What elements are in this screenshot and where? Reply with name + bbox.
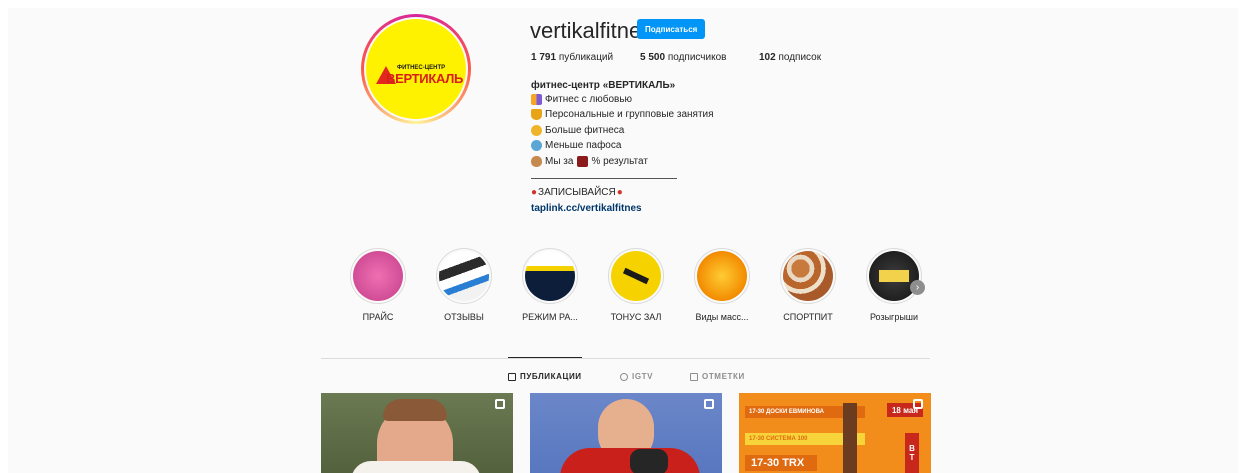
people-emoji-icon bbox=[531, 94, 542, 105]
stat-followers[interactable]: 5 500 подписчиков bbox=[640, 52, 726, 63]
avatar: ФИТНЕС-ЦЕНТР ВЕРТИКАЛЬ bbox=[366, 19, 466, 119]
sportpit-highlight-icon bbox=[783, 251, 833, 301]
highlight-sportpit[interactable]: СПОРТПИТ bbox=[773, 248, 843, 322]
carousel-icon bbox=[704, 399, 714, 409]
bio-line-2: Персональные и групповые занятия bbox=[531, 109, 714, 120]
bio-link[interactable]: taplink.cc/vertikalfitnes bbox=[531, 203, 642, 214]
bio-cta: ● ЗАПИСЫВАЙСЯ ● bbox=[531, 187, 623, 198]
igtv-icon bbox=[620, 372, 628, 381]
schedule-highlight-icon bbox=[525, 251, 575, 301]
price-highlight-icon bbox=[353, 251, 403, 301]
schedule-line-3: 17-30 TRX bbox=[745, 455, 817, 471]
post-3[interactable]: 17-30 ДОСКИ ЕВМИНОВА 17-30 СИСТЕМА 100 1… bbox=[739, 393, 931, 473]
hundred-emoji-icon bbox=[577, 156, 589, 167]
reviews-highlight-icon bbox=[439, 251, 489, 301]
giveaway-highlight-icon bbox=[869, 251, 919, 301]
tab-tagged[interactable]: ОТМЕТКИ bbox=[690, 372, 745, 381]
tagged-icon bbox=[690, 372, 698, 381]
bio-name: фитнес-центр «ВЕРТИКАЛЬ» bbox=[531, 80, 676, 91]
highlight-tonus[interactable]: ТОНУС ЗАЛ bbox=[601, 248, 671, 322]
massage-highlight-icon bbox=[697, 251, 747, 301]
grid-icon bbox=[508, 372, 516, 381]
stat-following[interactable]: 102 подписок bbox=[759, 52, 821, 63]
carousel-icon bbox=[495, 399, 505, 409]
post-2[interactable] bbox=[530, 393, 722, 473]
medal-emoji-icon bbox=[531, 125, 542, 136]
carousel-icon bbox=[913, 399, 923, 409]
highlight-reviews[interactable]: ОТЗЫВЫ bbox=[429, 248, 499, 322]
pin-icon: ● bbox=[531, 187, 538, 198]
pin-icon: ● bbox=[616, 187, 623, 198]
bio-line-4: Меньше пафоса bbox=[531, 140, 621, 151]
highlight-schedule[interactable]: РЕЖИМ РА... bbox=[515, 248, 585, 322]
bio-divider bbox=[531, 178, 677, 179]
medal-blue-emoji-icon bbox=[531, 140, 542, 151]
highlight-massage[interactable]: Виды масс... bbox=[687, 248, 757, 322]
bio-line-1: Фитнес с любовью bbox=[531, 94, 632, 105]
chevron-right-icon[interactable]: › bbox=[910, 280, 925, 295]
highlight-price[interactable]: ПРАЙС bbox=[343, 248, 413, 322]
logo-title: ВЕРТИКАЛЬ bbox=[386, 71, 464, 86]
tabs-divider bbox=[321, 358, 930, 359]
stat-posts: 1 791 публикаций bbox=[531, 52, 614, 63]
bio-line-5: Мы за % результат bbox=[531, 156, 648, 167]
post-1[interactable] bbox=[321, 393, 513, 473]
tab-active-indicator bbox=[508, 357, 582, 358]
tonus-highlight-icon bbox=[611, 251, 661, 301]
muscle-emoji-icon bbox=[531, 156, 542, 167]
profile-username: vertikalfitnes bbox=[530, 18, 653, 43]
bio-line-3: Больше фитнеса bbox=[531, 125, 624, 136]
trophy-emoji-icon bbox=[531, 109, 542, 120]
tab-igtv[interactable]: IGTV bbox=[620, 372, 653, 381]
follow-button[interactable]: Подписаться bbox=[637, 19, 706, 39]
post-day: ВТ bbox=[905, 433, 919, 473]
avatar-story-ring[interactable]: ФИТНЕС-ЦЕНТР ВЕРТИКАЛЬ bbox=[361, 14, 471, 124]
tab-publications[interactable]: ПУБЛИКАЦИИ bbox=[508, 372, 582, 381]
